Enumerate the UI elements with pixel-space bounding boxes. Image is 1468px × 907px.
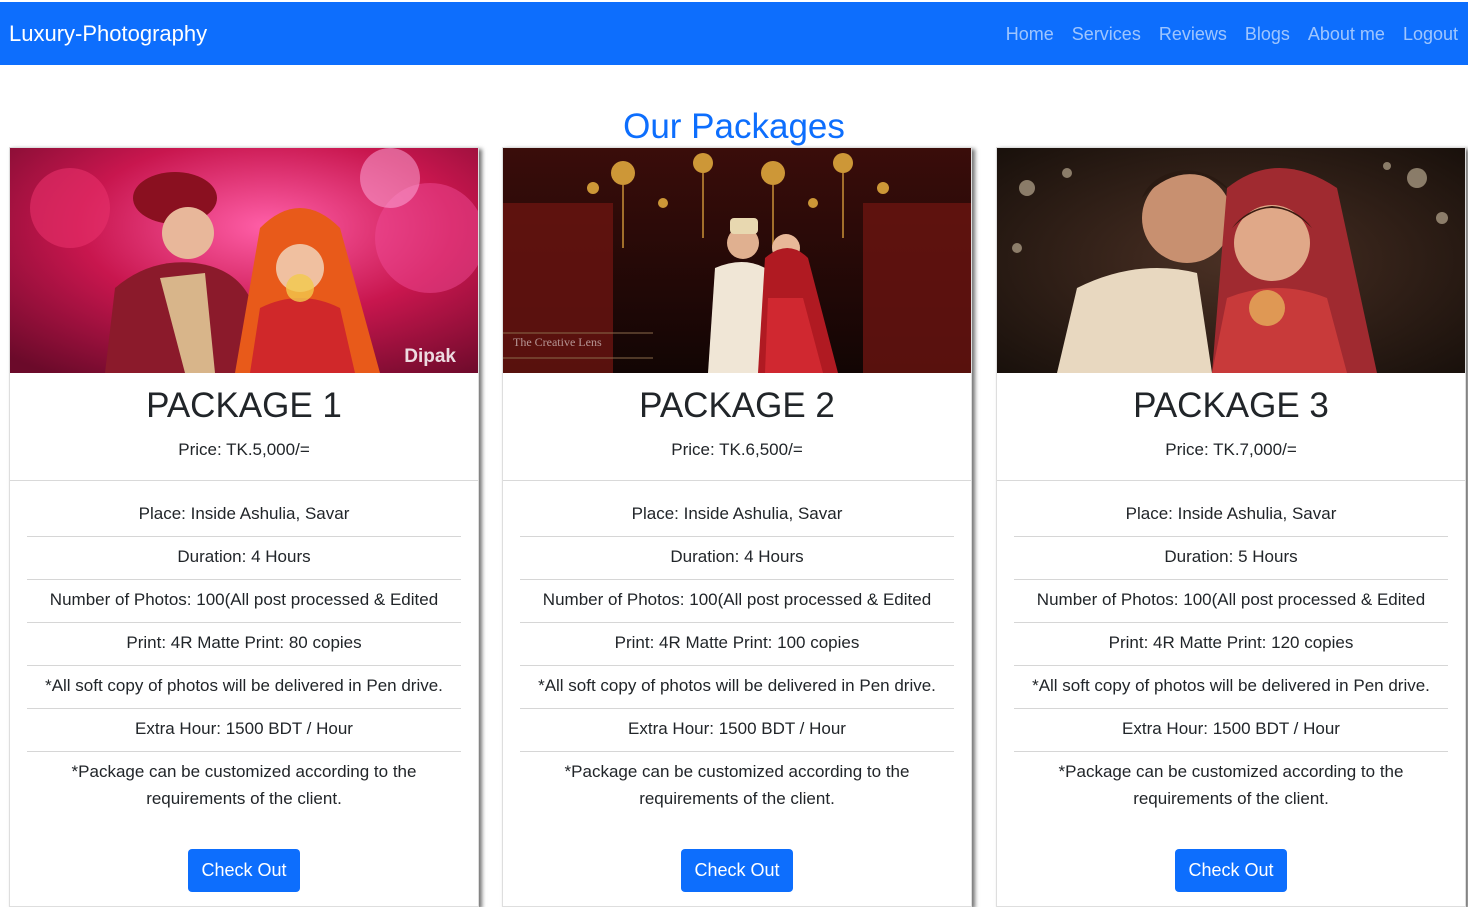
feature-photos: Number of Photos: 100(All post processed… — [27, 580, 461, 623]
package-card: Dipak PACKAGE 1 Price: TK.5,000/= Place:… — [9, 147, 479, 907]
package-title: PACKAGE 2 — [639, 386, 835, 425]
feature-customization: *Package can be customized according to … — [71, 762, 417, 808]
package-price: Price: TK.5,000/= — [178, 440, 310, 459]
feature-photos: Number of Photos: 100(All post processed… — [1014, 580, 1448, 623]
feature-extra-hour: Extra Hour: 1500 BDT / Hour — [27, 709, 461, 752]
feature-soft-copy: *All soft copy of photos will be deliver… — [520, 666, 954, 709]
brand-logo[interactable]: Luxury-Photography — [9, 21, 207, 47]
package-card: The Creative Lens PACKAGE 2 Price: TK.6,… — [502, 147, 972, 907]
card-divider — [503, 480, 971, 481]
feature-place: Place: Inside Ashulia, Savar — [27, 494, 461, 537]
feature-customization: *Package can be customized according to … — [1058, 762, 1404, 808]
check-out-button[interactable]: Check Out — [1175, 849, 1287, 892]
feature-soft-copy: *All soft copy of photos will be deliver… — [1014, 666, 1448, 709]
feature-customization: *Package can be customized according to … — [564, 762, 910, 808]
package-price: Price: TK.7,000/= — [1165, 440, 1297, 459]
nav-link-services[interactable]: Services — [1072, 23, 1141, 45]
feature-duration: Duration: 4 Hours — [520, 537, 954, 580]
feature-print: Print: 4R Matte Print: 80 copies — [27, 623, 461, 666]
nav-link-reviews[interactable]: Reviews — [1159, 23, 1227, 45]
feature-duration: Duration: 4 Hours — [27, 537, 461, 580]
feature-place: Place: Inside Ashulia, Savar — [1014, 494, 1448, 537]
package-image — [997, 148, 1465, 373]
card-divider — [10, 480, 478, 481]
feature-list: Place: Inside Ashulia, Savar Duration: 4… — [27, 494, 461, 821]
package-title: PACKAGE 1 — [146, 386, 342, 425]
feature-soft-copy: *All soft copy of photos will be deliver… — [27, 666, 461, 709]
package-card: PACKAGE 3 Price: TK.7,000/= Place: Insid… — [996, 147, 1466, 907]
package-price: Price: TK.6,500/= — [671, 440, 803, 459]
navbar: Luxury-Photography Home Services Reviews… — [0, 2, 1468, 65]
feature-place: Place: Inside Ashulia, Savar — [520, 494, 954, 537]
check-out-button[interactable]: Check Out — [188, 849, 300, 892]
check-out-button[interactable]: Check Out — [681, 849, 793, 892]
card-divider — [997, 480, 1465, 481]
image-watermark: The Creative Lens — [513, 335, 602, 349]
nav-link-home[interactable]: Home — [1006, 23, 1054, 45]
nav-links: Home Services Reviews Blogs About me Log… — [1006, 23, 1458, 45]
image-watermark: Dipak — [404, 346, 456, 367]
page-title: Our Packages — [623, 107, 845, 147]
nav-link-about-me[interactable]: About me — [1308, 23, 1385, 45]
feature-list: Place: Inside Ashulia, Savar Duration: 4… — [520, 494, 954, 821]
package-image: Dipak — [10, 148, 478, 373]
feature-extra-hour: Extra Hour: 1500 BDT / Hour — [1014, 709, 1448, 752]
package-title: PACKAGE 3 — [1133, 386, 1329, 425]
feature-photos: Number of Photos: 100(All post processed… — [520, 580, 954, 623]
package-image: The Creative Lens — [503, 148, 971, 373]
nav-link-blogs[interactable]: Blogs — [1245, 23, 1290, 45]
feature-duration: Duration: 5 Hours — [1014, 537, 1448, 580]
feature-print: Print: 4R Matte Print: 120 copies — [1014, 623, 1448, 666]
nav-link-logout[interactable]: Logout — [1403, 23, 1458, 45]
feature-list: Place: Inside Ashulia, Savar Duration: 5… — [1014, 494, 1448, 821]
feature-extra-hour: Extra Hour: 1500 BDT / Hour — [520, 709, 954, 752]
feature-print: Print: 4R Matte Print: 100 copies — [520, 623, 954, 666]
